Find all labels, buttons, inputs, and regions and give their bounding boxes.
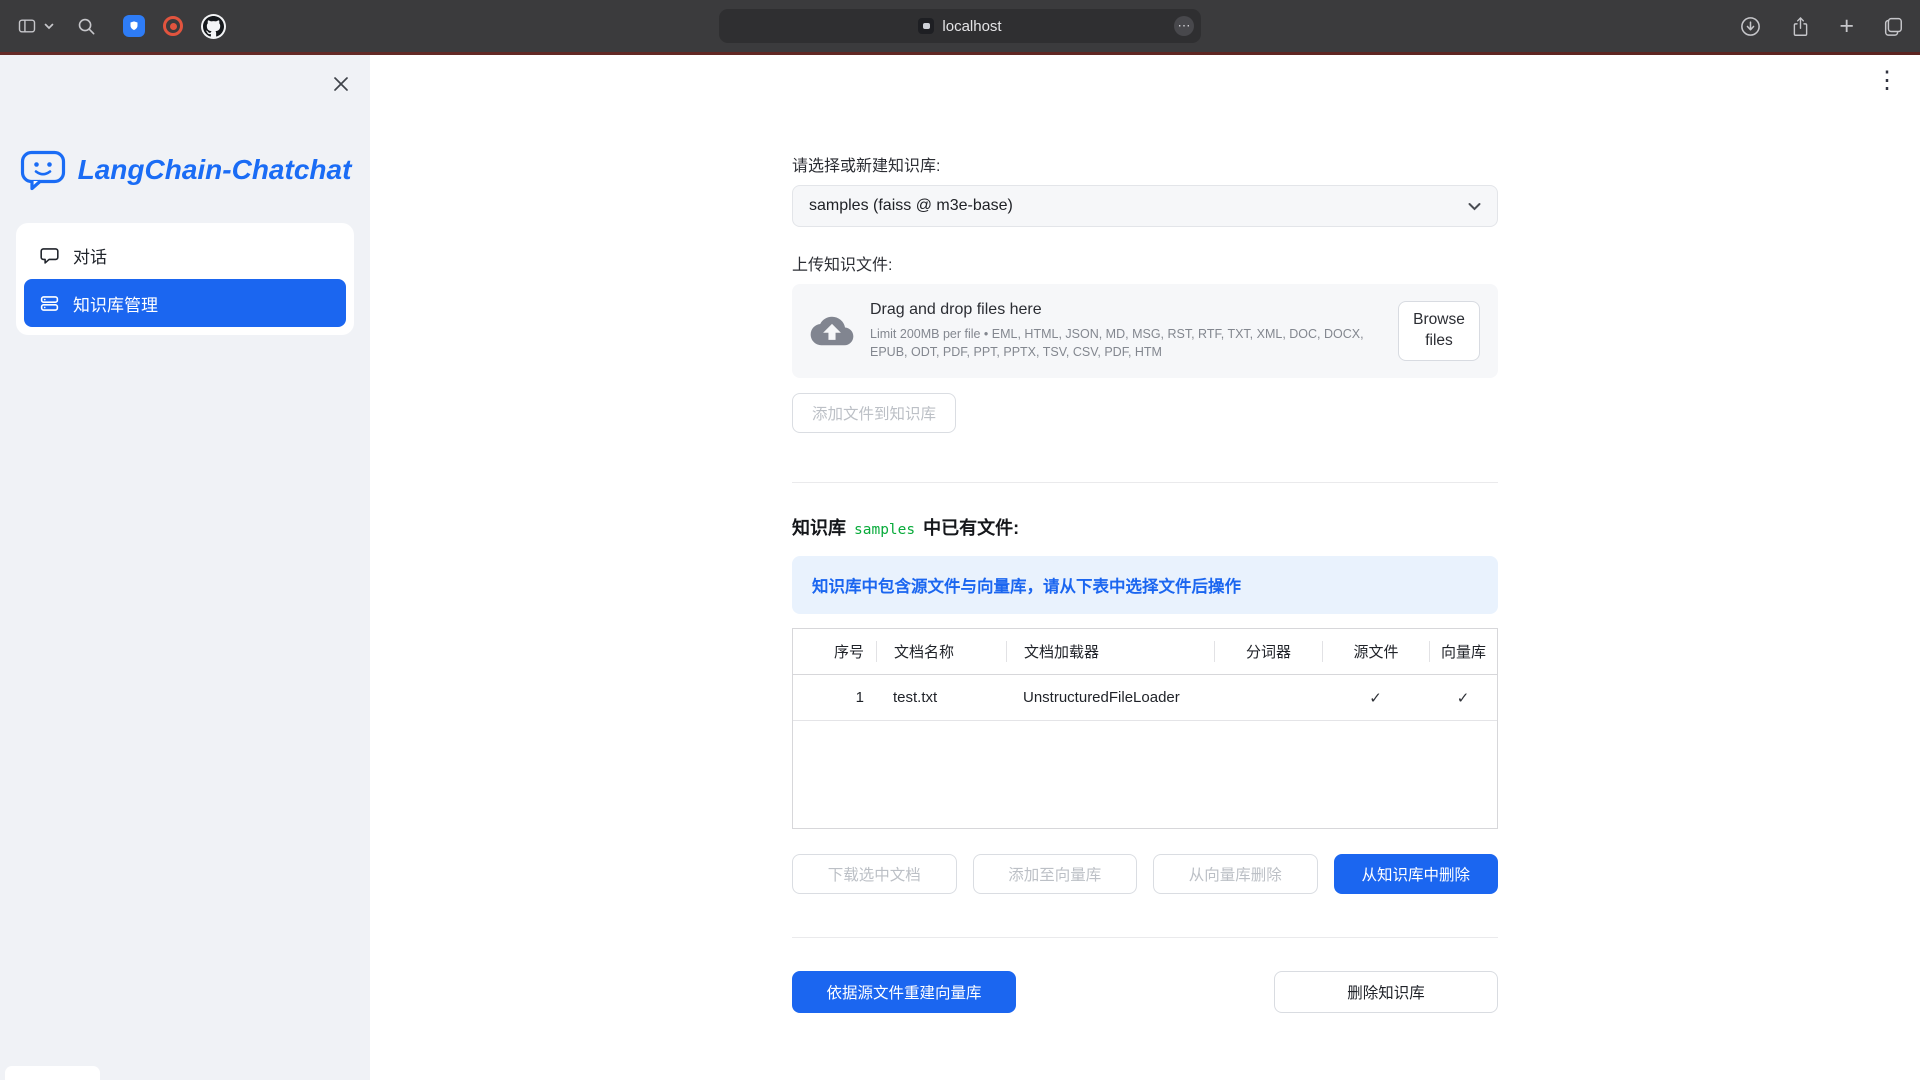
col-header-loader: 文档加载器 <box>1006 641 1214 662</box>
files-section-heading: 知识库 samples 中已有文件: <box>792 514 1498 540</box>
remove-from-vector-button[interactable]: 从向量库删除 <box>1153 854 1318 894</box>
col-header-splitter: 分词器 <box>1214 641 1322 662</box>
share-icon <box>1790 15 1811 38</box>
kb-select-label: 请选择或新建知识库: <box>792 152 1498 176</box>
more-options-icon[interactable]: ⋯ <box>1174 16 1194 36</box>
col-header-source: 源文件 <box>1322 641 1429 662</box>
page-content: 请选择或新建知识库: samples (faiss @ m3e-base) 上传… <box>792 152 1498 1013</box>
address-url-text: localhost <box>942 18 1001 35</box>
source-check-icon: ✓ <box>1322 689 1429 707</box>
col-header-vector: 向量库 <box>1429 641 1497 662</box>
heading-suffix: 中已有文件: <box>923 514 1019 540</box>
table-header-row: 序号 文档名称 文档加载器 分词器 源文件 向量库 <box>793 629 1497 675</box>
sidebar-item-label: 知识库管理 <box>73 291 158 316</box>
chevron-down-icon <box>1468 202 1481 211</box>
sidebar-item-label: 对话 <box>73 243 107 268</box>
cell-index: 1 <box>793 689 876 706</box>
github-octocat-icon <box>203 16 224 37</box>
add-files-button[interactable]: 添加文件到知识库 <box>792 393 956 433</box>
kb-select-dropdown[interactable]: samples (faiss @ m3e-base) <box>792 185 1498 227</box>
browser-toolbar: localhost ⋯ + <box>0 0 1920 52</box>
info-banner: 知识库中包含源文件与向量库，请从下表中选择文件后操作 <box>792 556 1498 614</box>
dropzone-text: Drag and drop files here Limit 200MB per… <box>870 301 1382 361</box>
extension-blue-button[interactable] <box>123 15 145 37</box>
app-logo-text: LangChain-Chatchat <box>78 154 352 186</box>
downloads-button[interactable] <box>1739 15 1762 38</box>
sidebar-item-knowledge-base[interactable]: 知识库管理 <box>24 279 346 327</box>
kebab-menu-icon: ⋮ <box>1875 69 1899 93</box>
sidebar-panel-icon <box>16 16 38 36</box>
info-banner-text: 知识库中包含源文件与向量库，请从下表中选择文件后操作 <box>812 573 1241 597</box>
col-header-index: 序号 <box>793 641 876 662</box>
record-dot-icon <box>170 23 177 30</box>
kb-select-value: samples (faiss @ m3e-base) <box>809 197 1013 215</box>
file-dropzone[interactable]: Drag and drop files here Limit 200MB per… <box>792 284 1498 378</box>
close-icon <box>331 74 351 94</box>
app-sidebar: LangChain-Chatchat 对话 知识库管理 <box>0 55 370 1080</box>
tab-overview-button[interactable] <box>1882 15 1904 37</box>
share-button[interactable] <box>1790 15 1811 38</box>
heading-prefix: 知识库 <box>792 514 846 540</box>
shield-icon <box>127 19 141 33</box>
section-divider <box>792 482 1498 483</box>
files-table: 序号 文档名称 文档加载器 分词器 源文件 向量库 1 test.txt Uns… <box>792 628 1498 829</box>
sidebar-bottom-strip <box>5 1066 100 1080</box>
kb-actions-row: 依据源文件重建向量库 删除知识库 <box>792 971 1498 1013</box>
delete-kb-button[interactable]: 删除知识库 <box>1274 971 1498 1013</box>
github-extension-button[interactable] <box>201 14 226 39</box>
browse-files-button[interactable]: Browse files <box>1398 301 1480 361</box>
main-area: ⋮ 请选择或新建知识库: samples (faiss @ m3e-base) … <box>370 55 1920 1080</box>
search-icon <box>76 16 97 37</box>
search-button[interactable] <box>76 16 97 37</box>
chat-bubble-logo-icon <box>19 149 67 191</box>
sidebar-toggle-button[interactable] <box>16 16 54 36</box>
col-header-name: 文档名称 <box>876 641 1006 662</box>
vector-check-icon: ✓ <box>1429 689 1497 707</box>
app-logo: LangChain-Chatchat <box>0 149 370 191</box>
sidebar-close-button[interactable] <box>326 69 356 99</box>
extension-orange-button[interactable] <box>163 16 183 36</box>
dropzone-limit-text: Limit 200MB per file • EML, HTML, JSON, … <box>870 325 1382 361</box>
download-selected-button[interactable]: 下载选中文档 <box>792 854 957 894</box>
tabs-overview-icon <box>1882 15 1904 37</box>
new-tab-button[interactable]: + <box>1839 14 1854 39</box>
upload-label: 上传知识文件: <box>792 251 1498 275</box>
site-favicon <box>918 18 934 34</box>
knowledge-base-icon <box>39 293 60 314</box>
rebuild-vector-store-button[interactable]: 依据源文件重建向量库 <box>792 971 1016 1013</box>
address-bar[interactable]: localhost ⋯ <box>719 9 1201 43</box>
app-decoration-line <box>0 52 1920 55</box>
cloud-upload-icon <box>810 315 854 347</box>
file-actions-row: 下载选中文档 添加至向量库 从向量库删除 从知识库中删除 <box>792 854 1498 894</box>
streamlit-menu-button[interactable]: ⋮ <box>1872 65 1902 97</box>
chat-icon <box>39 245 60 266</box>
download-circle-icon <box>1739 15 1762 38</box>
table-row[interactable]: 1 test.txt UnstructuredFileLoader ✓ ✓ <box>793 675 1497 721</box>
delete-from-kb-button[interactable]: 从知识库中删除 <box>1334 854 1499 894</box>
section-divider <box>792 937 1498 938</box>
chevron-down-icon <box>44 22 54 30</box>
dropzone-title: Drag and drop files here <box>870 301 1382 319</box>
sidebar-item-dialogue[interactable]: 对话 <box>24 231 346 279</box>
cell-loader: UnstructuredFileLoader <box>1006 689 1214 706</box>
sidebar-nav: 对话 知识库管理 <box>16 223 354 335</box>
plus-icon: + <box>1839 14 1854 39</box>
cell-name: test.txt <box>876 689 1006 706</box>
kb-name-code: samples <box>854 522 915 538</box>
add-to-vector-button[interactable]: 添加至向量库 <box>973 854 1138 894</box>
